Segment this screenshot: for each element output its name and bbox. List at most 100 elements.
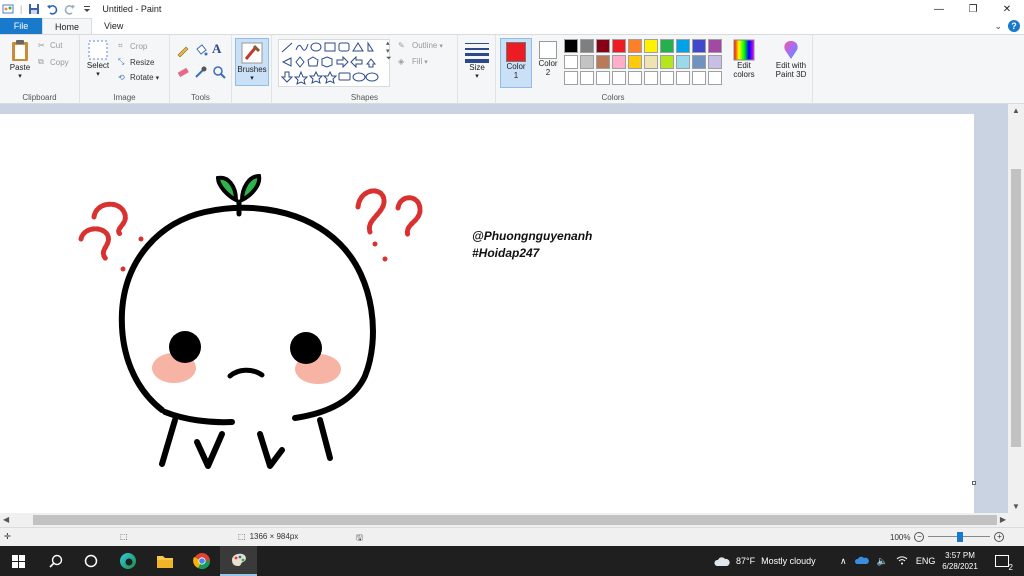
- eraser-icon[interactable]: [176, 65, 190, 79]
- horizontal-scroll-thumb[interactable]: [33, 515, 997, 525]
- help-icon[interactable]: ?: [1008, 20, 1020, 32]
- palette-swatch[interactable]: [612, 55, 626, 69]
- clock[interactable]: 3:57 PM 6/28/2021: [938, 546, 982, 576]
- palette-swatch[interactable]: [692, 39, 706, 53]
- minimize-button[interactable]: —: [922, 0, 956, 18]
- palette-swatch[interactable]: [564, 55, 578, 69]
- canvas-resize-handle[interactable]: [972, 481, 976, 485]
- cut-button[interactable]: ✂ Cut: [38, 41, 62, 50]
- palette-swatch[interactable]: [644, 39, 658, 53]
- shapes-scroll[interactable]: ▴ ▾ ⏷: [386, 39, 392, 63]
- palette-swatch[interactable]: [660, 71, 674, 85]
- chevron-down-icon[interactable]: ⌄: [994, 21, 1002, 32]
- zoom-slider-thumb[interactable]: [957, 532, 964, 542]
- vertical-scrollbar[interactable]: ▲ ▼: [1008, 104, 1024, 513]
- palette-swatch[interactable]: [692, 55, 706, 69]
- edge-icon[interactable]: [109, 546, 146, 576]
- palette-swatch[interactable]: [708, 71, 722, 85]
- scroll-right-icon[interactable]: ▶: [1000, 515, 1006, 524]
- paint-taskbar-icon[interactable]: [220, 546, 257, 576]
- customize-qat-icon[interactable]: [82, 3, 94, 15]
- action-center-icon[interactable]: 2: [990, 546, 1014, 576]
- magnifier-icon[interactable]: [212, 65, 226, 79]
- palette-swatch[interactable]: [596, 55, 610, 69]
- drawing-canvas[interactable]: @Phuongnguyenanh #Hoidap247: [0, 114, 974, 513]
- palette-swatch[interactable]: [676, 71, 690, 85]
- crop-button[interactable]: ⌗ Crop: [118, 41, 147, 51]
- wifi-icon[interactable]: [896, 555, 908, 567]
- palette-swatch[interactable]: [596, 39, 610, 53]
- brushes-button[interactable]: Brushes ▾: [235, 38, 269, 86]
- tab-view[interactable]: View: [92, 18, 135, 34]
- language-indicator[interactable]: ENG: [916, 556, 936, 566]
- palette-swatch[interactable]: [580, 71, 594, 85]
- palette-swatch[interactable]: [564, 39, 578, 53]
- close-button[interactable]: ✕: [990, 0, 1024, 18]
- task-view-icon[interactable]: [72, 546, 109, 576]
- palette-swatch[interactable]: [692, 71, 706, 85]
- palette-swatch[interactable]: [580, 55, 594, 69]
- vertical-scroll-thumb[interactable]: [1011, 169, 1021, 447]
- rotate-button[interactable]: ⟲ Rotate ▾: [118, 73, 159, 82]
- shapes-gallery[interactable]: [278, 39, 390, 87]
- scroll-up-icon[interactable]: ▲: [1012, 106, 1020, 115]
- select-button[interactable]: Select ▾: [84, 39, 112, 79]
- palette-swatch[interactable]: [628, 71, 642, 85]
- palette-swatch[interactable]: [676, 39, 690, 53]
- weather-widget[interactable]: 87°F Mostly cloudy: [714, 546, 816, 576]
- paint-app-icon[interactable]: [2, 3, 14, 15]
- windows-start-icon[interactable]: [0, 546, 37, 576]
- chevron-down-icon: ▾: [424, 58, 428, 66]
- scroll-down-icon[interactable]: ▼: [1012, 502, 1020, 511]
- tab-home[interactable]: Home: [42, 18, 93, 34]
- zoom-slider[interactable]: [928, 532, 991, 542]
- edit-colors-button[interactable]: Edit colors: [730, 39, 758, 79]
- palette-swatch[interactable]: [676, 55, 690, 69]
- text-tool-icon[interactable]: A: [212, 41, 221, 57]
- palette-swatch[interactable]: [644, 71, 658, 85]
- redo-icon[interactable]: [64, 3, 76, 15]
- palette-swatch[interactable]: [628, 55, 642, 69]
- save-icon[interactable]: [28, 3, 40, 15]
- fill-bucket-icon[interactable]: [194, 43, 208, 57]
- pencil-icon[interactable]: [176, 43, 190, 57]
- maximize-button[interactable]: ❐: [956, 0, 990, 18]
- edit-with-paint3d-button[interactable]: Edit with Paint 3D: [769, 39, 813, 79]
- palette-swatch[interactable]: [612, 39, 626, 53]
- horizontal-scrollbar[interactable]: ◀ ▶: [0, 513, 1024, 527]
- palette-swatch[interactable]: [612, 71, 626, 85]
- undo-icon[interactable]: [46, 3, 58, 15]
- outline-button[interactable]: ✎ Outline ▾: [398, 41, 443, 50]
- palette-swatch[interactable]: [644, 55, 658, 69]
- chrome-icon[interactable]: [183, 546, 220, 576]
- paste-button[interactable]: Paste ▾: [6, 39, 34, 81]
- chevron-up-icon[interactable]: ∧: [840, 556, 847, 567]
- search-icon[interactable]: [37, 546, 74, 576]
- size-button[interactable]: Size ▾: [464, 39, 490, 81]
- palette-swatch[interactable]: [708, 39, 722, 53]
- shapes-group: ▴ ▾ ⏷ ✎ Outline ▾ ◈ Fill ▾ Shapes: [272, 35, 458, 104]
- zoom-in-icon[interactable]: +: [994, 532, 1005, 542]
- color2-button[interactable]: Color 2: [534, 38, 562, 88]
- zoom-out-icon[interactable]: −: [914, 532, 925, 542]
- speaker-icon[interactable]: 🔈: [877, 556, 888, 567]
- palette-swatch[interactable]: [660, 55, 674, 69]
- palette-swatch[interactable]: [708, 55, 722, 69]
- palette-swatch[interactable]: [580, 39, 594, 53]
- resize-button[interactable]: ⤡ Resize: [118, 57, 154, 67]
- palette-swatch[interactable]: [628, 39, 642, 53]
- file-explorer-icon[interactable]: [146, 546, 183, 576]
- color-picker-icon[interactable]: [194, 65, 208, 79]
- outline-label: Outline: [412, 41, 438, 50]
- palette-swatch[interactable]: [564, 71, 578, 85]
- outline-icon: ✎: [398, 41, 405, 50]
- edit-colors-label-1: Edit: [737, 61, 751, 70]
- palette-swatch[interactable]: [660, 39, 674, 53]
- fill-button[interactable]: ◈ Fill ▾: [398, 57, 428, 66]
- copy-button[interactable]: ⧉ Copy: [38, 57, 69, 67]
- color1-button[interactable]: Color 1: [500, 38, 532, 88]
- palette-swatch[interactable]: [596, 71, 610, 85]
- tab-file[interactable]: File: [0, 18, 42, 34]
- scroll-left-icon[interactable]: ◀: [3, 515, 9, 524]
- onedrive-icon[interactable]: [854, 555, 869, 567]
